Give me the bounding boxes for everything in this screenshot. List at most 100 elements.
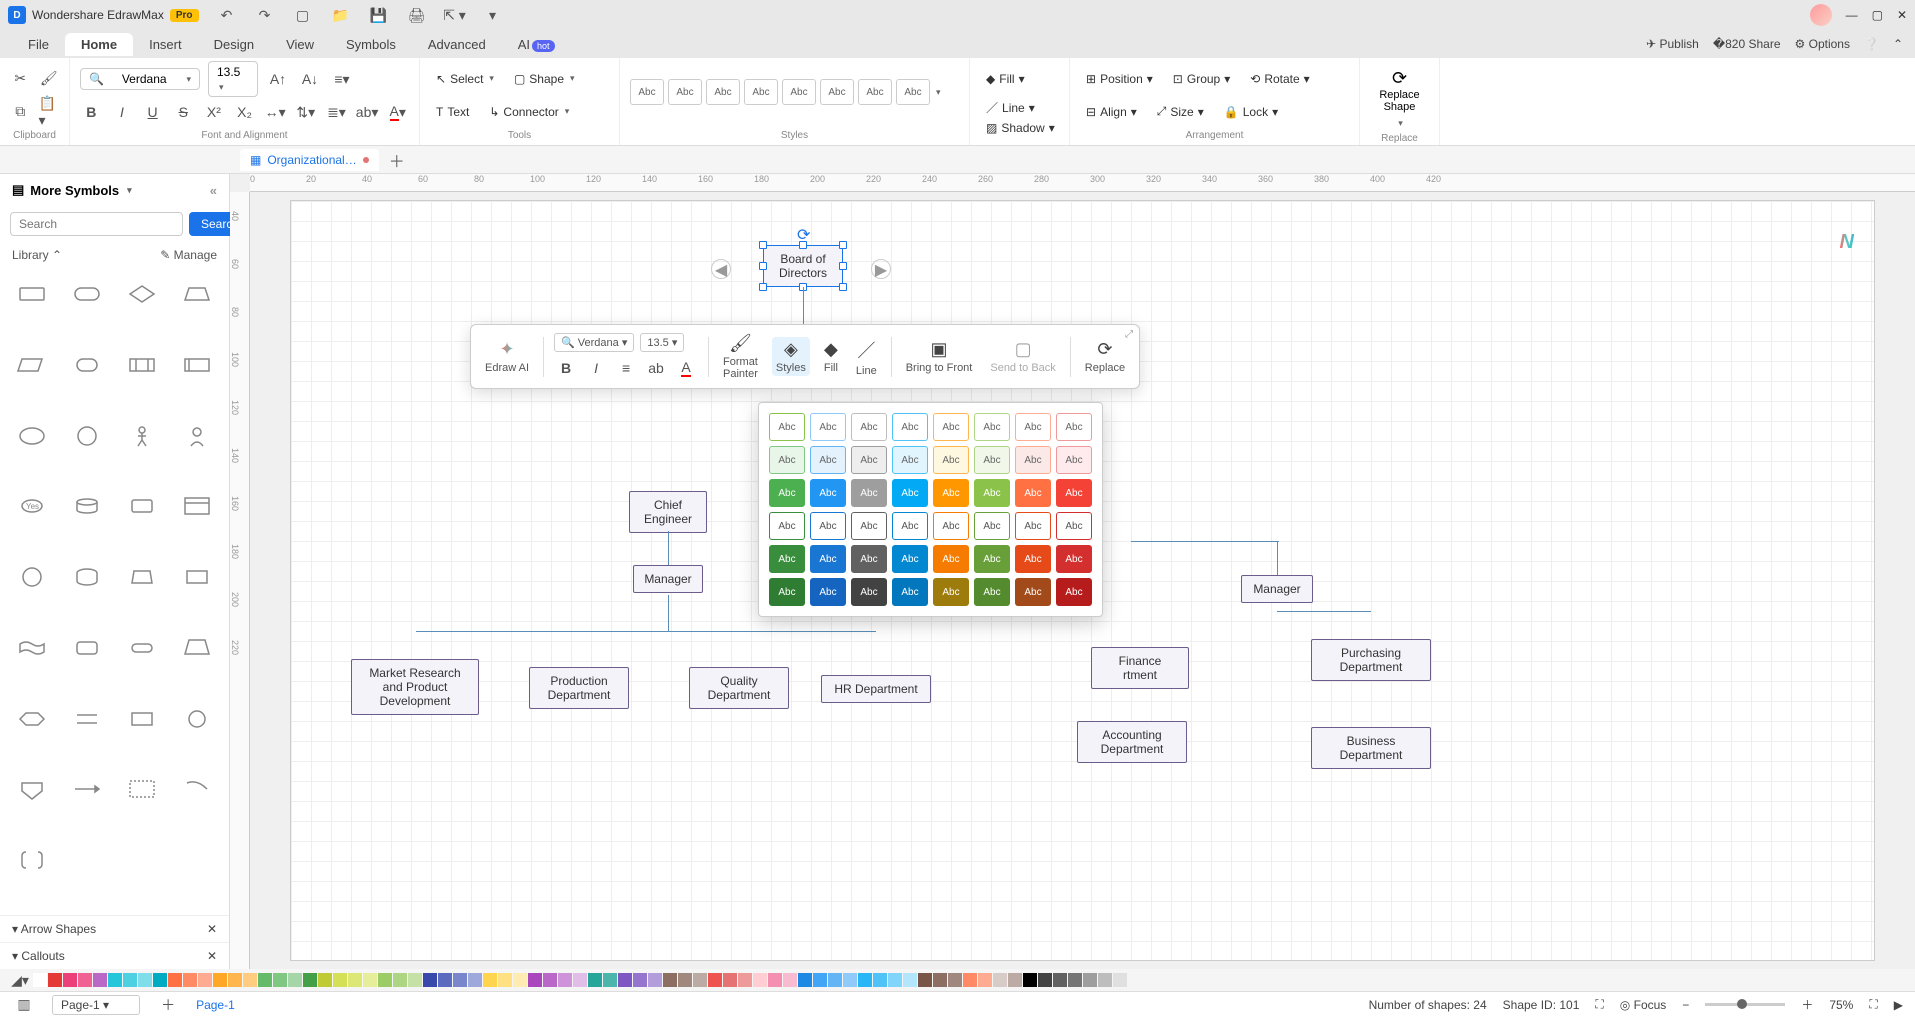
styles-more-icon[interactable]: ▾ xyxy=(936,87,941,98)
position-button[interactable]: ⊞ Position▾ xyxy=(1080,69,1159,89)
collapse-ribbon-icon[interactable]: ⌃ xyxy=(1893,37,1903,51)
color-swatch[interactable] xyxy=(438,973,452,987)
subscript-icon[interactable]: X₂ xyxy=(233,100,256,124)
shape-stencil[interactable] xyxy=(118,630,167,666)
shape-stencil[interactable] xyxy=(63,701,112,737)
shape-stencil[interactable] xyxy=(8,630,57,666)
color-swatch[interactable] xyxy=(333,973,347,987)
color-swatch[interactable] xyxy=(753,973,767,987)
color-swatch[interactable] xyxy=(948,973,962,987)
org-box-business[interactable]: Business Department xyxy=(1311,727,1431,769)
color-swatch[interactable] xyxy=(648,973,662,987)
style-preset[interactable]: Abc xyxy=(820,79,854,105)
help-icon[interactable]: ❔ xyxy=(1864,37,1879,51)
shape-stencil[interactable] xyxy=(172,347,221,383)
style-cell[interactable]: Abc xyxy=(1015,512,1051,540)
rotate-handle-icon[interactable]: ⟳ xyxy=(797,225,810,245)
panel-collapse-icon[interactable]: « xyxy=(210,183,217,198)
shape-stencil[interactable] xyxy=(63,771,112,807)
org-box-accounting[interactable]: Accounting Department xyxy=(1077,721,1187,763)
redo-icon[interactable]: ↷ xyxy=(253,3,277,27)
symbol-search-input[interactable] xyxy=(10,212,183,236)
color-swatch[interactable] xyxy=(453,973,467,987)
style-preset[interactable]: Abc xyxy=(630,79,664,105)
menu-ai[interactable]: AIhot xyxy=(502,33,571,56)
style-cell[interactable]: Abc xyxy=(1056,413,1092,441)
increase-font-icon[interactable]: A↑ xyxy=(266,67,290,91)
nav-right-icon[interactable]: ▶ xyxy=(871,259,891,279)
accordion-arrow-shapes[interactable]: ▾ Arrow Shapes✕ xyxy=(0,915,229,942)
color-swatch[interactable] xyxy=(813,973,827,987)
menu-insert[interactable]: Insert xyxy=(133,33,198,56)
style-cell[interactable]: Abc xyxy=(974,479,1010,507)
style-preset[interactable]: Abc xyxy=(668,79,702,105)
style-cell[interactable]: Abc xyxy=(851,413,887,441)
color-swatch[interactable] xyxy=(828,973,842,987)
float-fontcolor-icon[interactable]: A xyxy=(674,356,698,380)
style-cell[interactable]: Abc xyxy=(851,512,887,540)
new-tab-icon[interactable]: ＋ xyxy=(389,148,405,172)
style-cell[interactable]: Abc xyxy=(933,446,969,474)
font-family-select[interactable]: 🔍 Verdana ▾ xyxy=(80,68,200,90)
color-swatch[interactable] xyxy=(1098,973,1112,987)
shape-stencil[interactable] xyxy=(63,630,112,666)
color-swatch[interactable] xyxy=(903,973,917,987)
color-swatch[interactable] xyxy=(1083,973,1097,987)
add-page-icon[interactable]: ＋ xyxy=(156,993,180,1017)
replace-shape-icon[interactable]: ⟳ xyxy=(1370,68,1429,89)
float-size-select[interactable]: 13.5 ▾ xyxy=(640,333,684,352)
color-swatch[interactable] xyxy=(873,973,887,987)
export-icon[interactable]: ⇱ ▾ xyxy=(443,3,467,27)
color-swatch[interactable] xyxy=(288,973,302,987)
style-cell[interactable]: Abc xyxy=(1015,578,1051,606)
style-cell[interactable]: Abc xyxy=(810,545,846,573)
bullets-icon[interactable]: ≣▾ xyxy=(325,100,348,124)
style-cell[interactable]: Abc xyxy=(769,545,805,573)
close-icon[interactable]: ✕ xyxy=(1897,8,1907,22)
style-cell[interactable]: Abc xyxy=(1056,512,1092,540)
italic-icon[interactable]: I xyxy=(111,100,134,124)
style-cell[interactable]: Abc xyxy=(810,479,846,507)
shape-stencil[interactable] xyxy=(63,559,112,595)
color-swatch[interactable] xyxy=(678,973,692,987)
print-icon[interactable]: 🖨 xyxy=(405,3,429,27)
shape-stencil[interactable] xyxy=(8,842,57,878)
page-link[interactable]: Page-1 xyxy=(196,998,235,1012)
share-button[interactable]: �820 Share xyxy=(1713,37,1781,51)
color-swatch[interactable] xyxy=(1038,973,1052,987)
float-styles-button[interactable]: ◈Styles xyxy=(772,337,810,376)
org-box-finance[interactable]: Finance rtment xyxy=(1091,647,1189,689)
org-box-purchasing[interactable]: Purchasing Department xyxy=(1311,639,1431,681)
shape-stencil[interactable] xyxy=(118,418,167,454)
shape-stencil[interactable] xyxy=(172,701,221,737)
color-swatch[interactable] xyxy=(1113,973,1127,987)
color-swatch[interactable] xyxy=(243,973,257,987)
accordion-callouts[interactable]: ▾ Callouts✕ xyxy=(0,942,229,969)
shape-stencil[interactable] xyxy=(118,771,167,807)
color-swatch[interactable] xyxy=(63,973,77,987)
style-cell[interactable]: Abc xyxy=(1056,446,1092,474)
shape-stencil[interactable] xyxy=(172,276,221,312)
style-cell[interactable]: Abc xyxy=(1015,479,1051,507)
color-swatch[interactable] xyxy=(588,973,602,987)
bold-icon[interactable]: B xyxy=(80,100,103,124)
color-swatch[interactable] xyxy=(168,973,182,987)
color-swatch[interactable] xyxy=(663,973,677,987)
zoom-out-icon[interactable]: − xyxy=(1682,998,1689,1012)
org-box-market[interactable]: Market Research and Product Development xyxy=(351,659,479,715)
underline-icon[interactable]: U xyxy=(141,100,164,124)
color-swatch[interactable] xyxy=(633,973,647,987)
color-swatch[interactable] xyxy=(738,973,752,987)
color-swatch[interactable] xyxy=(888,973,902,987)
color-swatch[interactable] xyxy=(378,973,392,987)
color-swatch[interactable] xyxy=(33,973,47,987)
maximize-icon[interactable]: ▢ xyxy=(1872,8,1883,22)
new-icon[interactable]: ▢ xyxy=(291,3,315,27)
color-swatch[interactable] xyxy=(603,973,617,987)
shape-stencil[interactable] xyxy=(8,559,57,595)
color-swatch[interactable] xyxy=(228,973,242,987)
save-icon[interactable]: 💾 xyxy=(367,3,391,27)
style-cell[interactable]: Abc xyxy=(851,545,887,573)
publish-button[interactable]: ✈ Publish xyxy=(1646,37,1699,51)
paste-icon[interactable]: 📋▾ xyxy=(39,100,60,124)
